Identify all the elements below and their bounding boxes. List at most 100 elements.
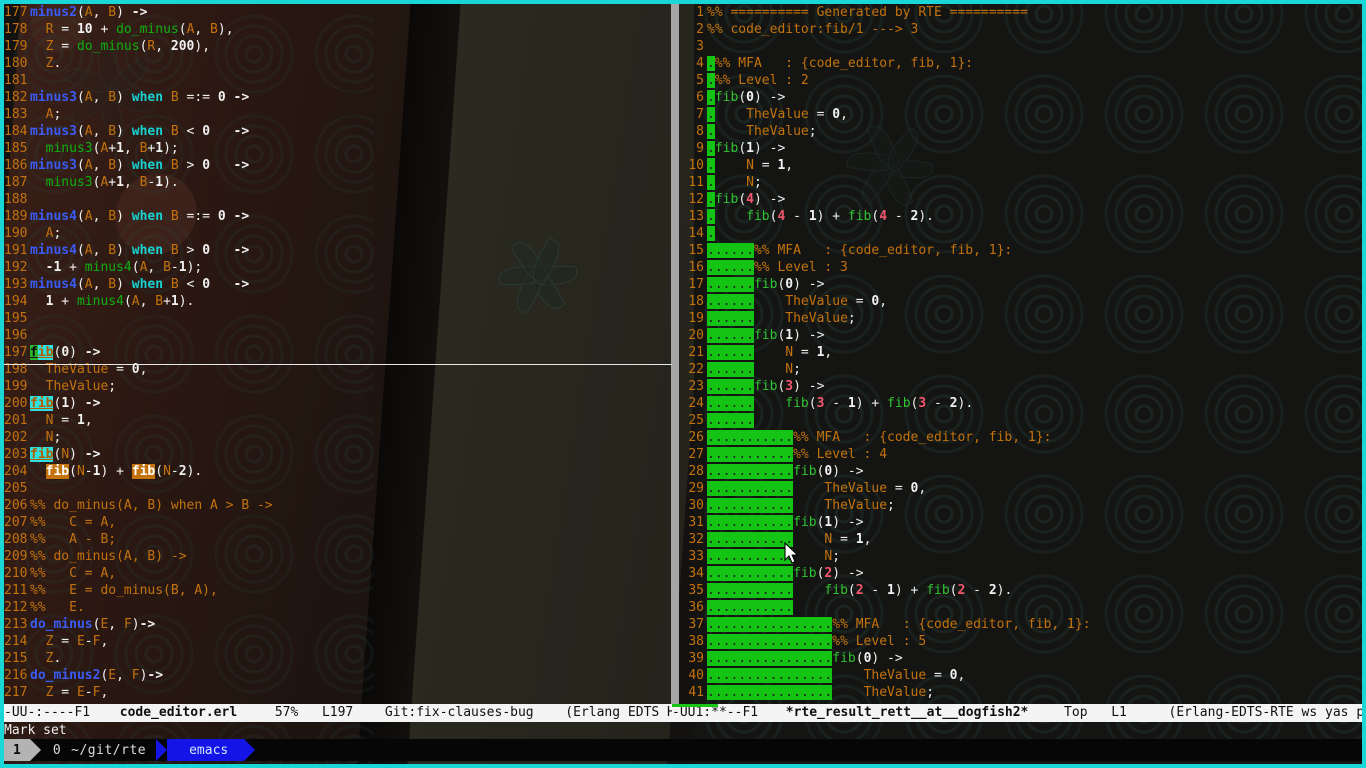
code-line[interactable]: 195: [4, 310, 672, 327]
code-line[interactable]: 187 minus3(A+1, B-1).: [4, 174, 672, 191]
code-line[interactable]: 193 minus4(A, B) when B < 0 ->: [4, 276, 672, 293]
code-line[interactable]: 205: [4, 480, 672, 497]
code-line[interactable]: 23 ......fib(3) ->: [680, 378, 1362, 395]
code-token: -: [824, 396, 848, 411]
code-line[interactable]: 190 A;: [4, 225, 672, 242]
code-token: ): [793, 277, 809, 292]
code-line[interactable]: 182 minus3(A, B) when B =:= 0 ->: [4, 89, 672, 106]
code-line[interactable]: 211%% E = do_minus(B, A),: [4, 582, 672, 599]
code-line[interactable]: 33........... N;: [680, 548, 1362, 565]
modeline-left-buffer-name[interactable]: code_editor.erl: [120, 704, 237, 722]
code-line[interactable]: 30........... TheValue;: [680, 497, 1362, 514]
code-line[interactable]: 2%% code_editor:fib/1 ---> 3: [680, 21, 1362, 38]
code-line[interactable]: 39 ................fib(0) ->: [680, 650, 1362, 667]
status-session-index[interactable]: 1: [4, 739, 30, 761]
code-line[interactable]: 189 minus4(A, B) when B =:= 0 ->: [4, 208, 672, 225]
code-line[interactable]: 16......%% Level : 3: [680, 259, 1362, 276]
code-line[interactable]: 197 fib(0) ->: [4, 344, 672, 361]
code-line[interactable]: 37................%% MFA : {code_editor,…: [680, 616, 1362, 633]
code-line[interactable]: 35........... fib(2 - 1) + fib(2 - 2).: [680, 582, 1362, 599]
code-line[interactable]: 27...........%% Level : 4: [680, 446, 1362, 463]
code-line[interactable]: 19...... TheValue;: [680, 310, 1362, 327]
code-line[interactable]: 3: [680, 38, 1362, 55]
code-line[interactable]: 210%% C = A,: [4, 565, 672, 582]
code-line[interactable]: 25......: [680, 412, 1362, 429]
code-line[interactable]: 12 .fib(4) ->: [680, 191, 1362, 208]
code-line[interactable]: 15......%% MFA : {code_editor, fib, 1}:: [680, 242, 1362, 259]
code-line[interactable]: 192 -1 + minus4(A, B-1);: [4, 259, 672, 276]
modeline-right-buffer-name[interactable]: *rte_result_rett__at__dogfish2*: [786, 704, 1029, 722]
code-line[interactable]: 199 TheValue;: [4, 378, 672, 395]
code-line[interactable]: 207%% C = A,: [4, 514, 672, 531]
code-buffer-right[interactable]: 1%% ========== Generated by RTE ========…: [680, 4, 1362, 704]
code-line[interactable]: 20 ......fib(1) ->: [680, 327, 1362, 344]
code-line[interactable]: 36...........: [680, 599, 1362, 616]
window-left[interactable]: 177 minus2(A, B) -> 178 R = 10 + do_minus(…: [4, 4, 672, 704]
code-line[interactable]: 212%% E.: [4, 599, 672, 616]
code-line[interactable]: 196: [4, 327, 672, 344]
status-window-index[interactable]: 0: [41, 739, 71, 761]
code-line[interactable]: 181: [4, 72, 672, 89]
code-line[interactable]: 7. TheValue = 0,: [680, 106, 1362, 123]
code-line[interactable]: 178 R = 10 + do_minus(A, B),: [4, 21, 672, 38]
code-line[interactable]: 194 1 + minus4(A, B+1).: [4, 293, 672, 310]
code-line[interactable]: 188: [4, 191, 672, 208]
modeline-left[interactable]: -UU-:----F1 code_editor.erl 57% L197 Git…: [4, 704, 672, 722]
code-line[interactable]: 17 ......fib(0) ->: [680, 276, 1362, 293]
code-line[interactable]: 34 ...........fib(2) ->: [680, 565, 1362, 582]
code-line[interactable]: 9 .fib(1) ->: [680, 140, 1362, 157]
code-line[interactable]: 203 fib(N) ->: [4, 446, 672, 463]
code-token: 0: [202, 243, 211, 258]
code-line[interactable]: 22...... N;: [680, 361, 1362, 378]
code-buffer-left[interactable]: 177 minus2(A, B) -> 178 R = 10 + do_minus(…: [4, 4, 672, 704]
code-line[interactable]: 32........... N = 1,: [680, 531, 1362, 548]
code-line[interactable]: 8. TheValue;: [680, 123, 1362, 140]
code-line[interactable]: 217 Z = E-F,: [4, 684, 672, 701]
code-line[interactable]: 186 minus3(A, B) when B > 0 ->: [4, 157, 672, 174]
code-line[interactable]: 41................ TheValue;: [680, 684, 1362, 701]
window-divider[interactable]: [671, 4, 679, 704]
code-line[interactable]: 180 Z.: [4, 55, 672, 72]
code-line[interactable]: 209%% do_minus(A, B) ->: [4, 548, 672, 565]
line-number: 23: [688, 379, 704, 394]
code-line[interactable]: 26...........%% MFA : {code_editor, fib,…: [680, 429, 1362, 446]
code-line[interactable]: 10. N = 1,: [680, 157, 1362, 174]
code-line[interactable]: 215 Z.: [4, 650, 672, 667]
code-line[interactable]: 31 ...........fib(1) ->: [680, 514, 1362, 531]
code-line[interactable]: 13. fib(4 - 1) + fib(4 - 2).: [680, 208, 1362, 225]
window-right[interactable]: 1%% ========== Generated by RTE ========…: [680, 4, 1362, 704]
code-token: %% Level : 4: [793, 447, 888, 462]
code-line[interactable]: 4.%% MFA : {code_editor, fib, 1}:: [680, 55, 1362, 72]
code-line[interactable]: 29........... TheValue = 0,: [680, 480, 1362, 497]
code-line[interactable]: 38................%% Level : 5: [680, 633, 1362, 650]
code-line[interactable]: 184 minus3(A, B) when B < 0 ->: [4, 123, 672, 140]
code-line[interactable]: 183 A;: [4, 106, 672, 123]
code-line[interactable]: 24...... fib(3 - 1) + fib(3 - 2).: [680, 395, 1362, 412]
modeline-left-vc-branch[interactable]: Git:fix-clauses-bug: [385, 704, 534, 722]
code-line[interactable]: 11. N;: [680, 174, 1362, 191]
code-line[interactable]: 200 fib(1) ->: [4, 395, 672, 412]
code-line[interactable]: 214 Z = E-F,: [4, 633, 672, 650]
code-line[interactable]: 201 N = 1,: [4, 412, 672, 429]
code-token: ,: [92, 277, 109, 292]
code-line[interactable]: 216 do_minus2(E, F)->: [4, 667, 672, 684]
code-line[interactable]: 206%% do_minus(A, B) when A > B ->: [4, 497, 672, 514]
code-line[interactable]: 179 Z = do_minus(R, 200),: [4, 38, 672, 55]
code-line[interactable]: 6 .fib(0) ->: [680, 89, 1362, 106]
code-line[interactable]: 18...... TheValue = 0,: [680, 293, 1362, 310]
code-line[interactable]: 5.%% Level : 2: [680, 72, 1362, 89]
code-line[interactable]: 14.: [680, 225, 1362, 242]
status-active-window[interactable]: emacs: [167, 739, 245, 761]
code-line[interactable]: 28 ...........fib(0) ->: [680, 463, 1362, 480]
code-line[interactable]: 1%% ========== Generated by RTE ========…: [680, 4, 1362, 21]
code-line[interactable]: 208%% A - B;: [4, 531, 672, 548]
code-line[interactable]: 204 fib(N-1) + fib(N-2).: [4, 463, 672, 480]
code-line[interactable]: 213 do_minus(E, F)->: [4, 616, 672, 633]
code-line[interactable]: 177 minus2(A, B) ->: [4, 4, 672, 21]
modeline-right[interactable]: -UU1:**--F1 *rte_result_rett__at__dogfis…: [672, 704, 1362, 722]
code-line[interactable]: 40................ TheValue = 0,: [680, 667, 1362, 684]
code-line[interactable]: 202 N;: [4, 429, 672, 446]
code-line[interactable]: 191 minus4(A, B) when B > 0 ->: [4, 242, 672, 259]
code-line[interactable]: 21...... N = 1,: [680, 344, 1362, 361]
code-line[interactable]: 185 minus3(A+1, B+1);: [4, 140, 672, 157]
